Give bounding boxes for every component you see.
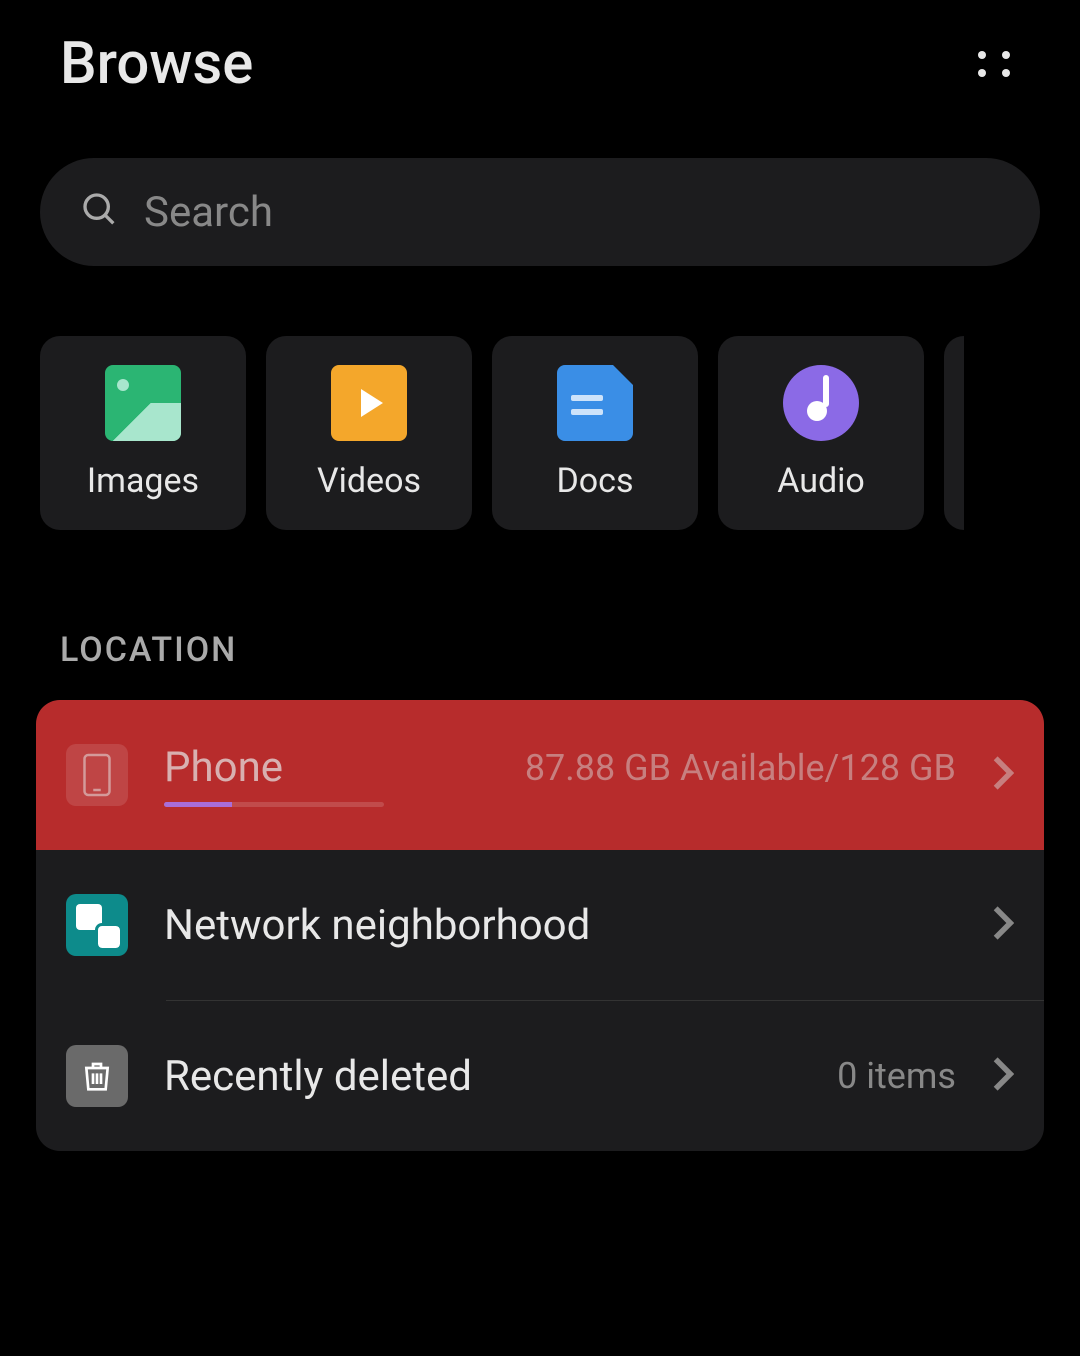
category-label: Videos <box>317 461 421 501</box>
location-meta: 0 items <box>837 1055 956 1097</box>
category-audio[interactable]: Audio <box>718 336 924 530</box>
location-list: Phone 87.88 GB Available/128 GB Network … <box>36 700 1044 1151</box>
network-icon <box>66 894 128 956</box>
categories-row: Images Videos Docs Audio <box>0 266 1080 530</box>
location-section-header: LOCATION <box>0 530 1080 700</box>
location-title: Network neighborhood <box>164 901 956 950</box>
category-docs[interactable]: Docs <box>492 336 698 530</box>
storage-progress <box>164 802 384 807</box>
chevron-right-icon <box>992 1055 1014 1097</box>
category-label: Audio <box>777 461 865 501</box>
category-more-peek[interactable] <box>944 336 964 530</box>
location-title: Recently deleted <box>164 1052 472 1101</box>
storage-progress-fill <box>164 802 232 807</box>
category-label: Docs <box>556 461 633 501</box>
search-placeholder: Search <box>144 188 273 237</box>
audio-icon <box>783 365 859 441</box>
location-detail: 87.88 GB Available/128 GB <box>525 747 956 789</box>
docs-icon <box>557 365 633 441</box>
location-phone[interactable]: Phone 87.88 GB Available/128 GB <box>36 700 1044 850</box>
videos-icon <box>331 365 407 441</box>
search-icon <box>80 190 120 234</box>
location-recently-deleted[interactable]: Recently deleted 0 items <box>36 1001 1044 1151</box>
page-title: Browse <box>60 30 253 98</box>
category-images[interactable]: Images <box>40 336 246 530</box>
category-label: Images <box>87 461 199 501</box>
trash-icon <box>66 1045 128 1107</box>
location-title: Phone <box>164 743 283 792</box>
images-icon <box>105 365 181 441</box>
location-network[interactable]: Network neighborhood <box>36 850 1044 1000</box>
more-menu-icon[interactable] <box>978 51 1020 77</box>
chevron-right-icon <box>992 754 1014 796</box>
phone-icon <box>66 744 128 806</box>
category-videos[interactable]: Videos <box>266 336 472 530</box>
chevron-right-icon <box>992 904 1014 946</box>
search-input[interactable]: Search <box>40 158 1040 266</box>
